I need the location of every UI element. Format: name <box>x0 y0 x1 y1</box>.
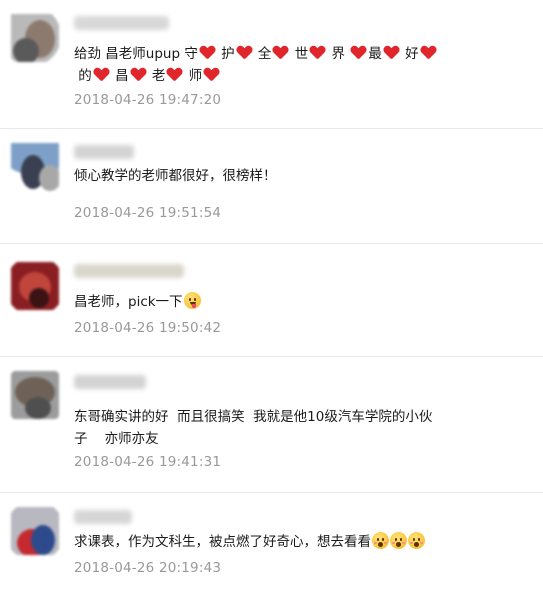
heart-emoji-icon <box>204 68 219 82</box>
user-avatar[interactable] <box>11 14 59 62</box>
comment-item: 昌老师，pick一下 2018-04-26 19:50:42 <box>0 244 543 357</box>
heart-emoji-icon <box>351 46 366 60</box>
comment-text-segment: 好 <box>400 46 419 62</box>
comment-item: 求课表，作为文科生，被点燃了好奇心，想去看看 2018-04-26 20:19:… <box>0 493 543 592</box>
heart-emoji-icon <box>167 68 182 82</box>
comment-item: 倾心教学的老师都很好，很榜样！ 2018-04-26 19:51:54 <box>0 129 543 244</box>
comment-text-segment: 给劲 昌老师upup 守 <box>74 46 198 62</box>
surprised-emoji-icon <box>372 532 389 549</box>
comment-text-segment: 全 <box>253 46 272 62</box>
heart-emoji-icon <box>421 46 436 60</box>
surprised-emoji-icon <box>408 532 425 549</box>
comment-text-segment: 求课表，作为文科生，被点燃了好奇心，想去看看 <box>74 534 371 550</box>
user-nickname[interactable] <box>74 375 146 389</box>
comment-text: 给劲 昌老师upup 守 护 全 世 界 最 好 的 昌 老 师 <box>74 43 523 87</box>
user-nickname[interactable] <box>74 145 134 159</box>
comment-item: 东哥确实讲的好 而且很搞笑 我就是他10级汽车学院的小伙子 亦师亦友 2018-… <box>0 357 543 493</box>
comment-text-segment: 老 <box>147 68 166 84</box>
heart-emoji-icon <box>310 46 325 60</box>
comment-text: 倾心教学的老师都很好，很榜样！ <box>74 165 523 187</box>
user-nickname[interactable] <box>74 16 169 30</box>
heart-emoji-icon <box>273 46 288 60</box>
comment-text-segment: 最 <box>368 46 382 62</box>
heart-emoji-icon <box>200 46 215 60</box>
comment-timestamp: 2018-04-26 19:51:54 <box>74 205 222 221</box>
comment-text-segment: 倾心教学的老师都很好，很榜样！ <box>74 168 277 184</box>
heart-emoji-icon <box>131 68 146 82</box>
user-nickname[interactable] <box>74 510 132 524</box>
heart-emoji-icon <box>237 46 252 60</box>
heart-emoji-icon <box>384 46 399 60</box>
comment-list: 给劲 昌老师upup 守 护 全 世 界 最 好 的 昌 老 师 2018-04… <box>0 0 543 592</box>
user-avatar[interactable] <box>11 507 59 555</box>
user-nickname[interactable] <box>74 264 184 278</box>
comment-text-segment: 昌老师，pick一下 <box>74 294 183 310</box>
comment-item: 给劲 昌老师upup 守 护 全 世 界 最 好 的 昌 老 师 2018-04… <box>0 0 543 129</box>
user-avatar[interactable] <box>11 143 59 191</box>
comment-text-segment: 护 <box>216 46 235 62</box>
surprised-emoji-icon <box>390 532 407 549</box>
comment-timestamp: 2018-04-26 19:50:42 <box>74 320 222 336</box>
comment-text: 昌老师，pick一下 <box>74 291 523 313</box>
comment-timestamp: 2018-04-26 19:47:20 <box>74 92 222 108</box>
comment-text-segment: 昌 <box>110 68 129 84</box>
tongue-out-emoji-icon <box>183 292 201 309</box>
comment-text-segment: 的 <box>74 68 92 84</box>
comment-text-segment: 东哥确实讲的好 而且很搞笑 我就是他10级汽车学院的小伙 <box>74 409 433 425</box>
comment-text: 东哥确实讲的好 而且很搞笑 我就是他10级汽车学院的小伙子 亦师亦友 <box>74 406 523 450</box>
comment-text-segment: 界 <box>327 46 350 62</box>
comment-text-segment: 子 亦师亦友 <box>74 431 159 447</box>
comment-timestamp: 2018-04-26 19:41:31 <box>74 454 222 470</box>
comment-timestamp: 2018-04-26 20:19:43 <box>74 560 222 576</box>
user-avatar[interactable] <box>11 262 59 310</box>
comment-text-segment: 世 <box>290 46 309 62</box>
comment-text-segment: 师 <box>184 68 203 84</box>
user-avatar[interactable] <box>11 371 59 419</box>
heart-emoji-icon <box>94 68 109 82</box>
comment-text: 求课表，作为文科生，被点燃了好奇心，想去看看 <box>74 531 523 553</box>
